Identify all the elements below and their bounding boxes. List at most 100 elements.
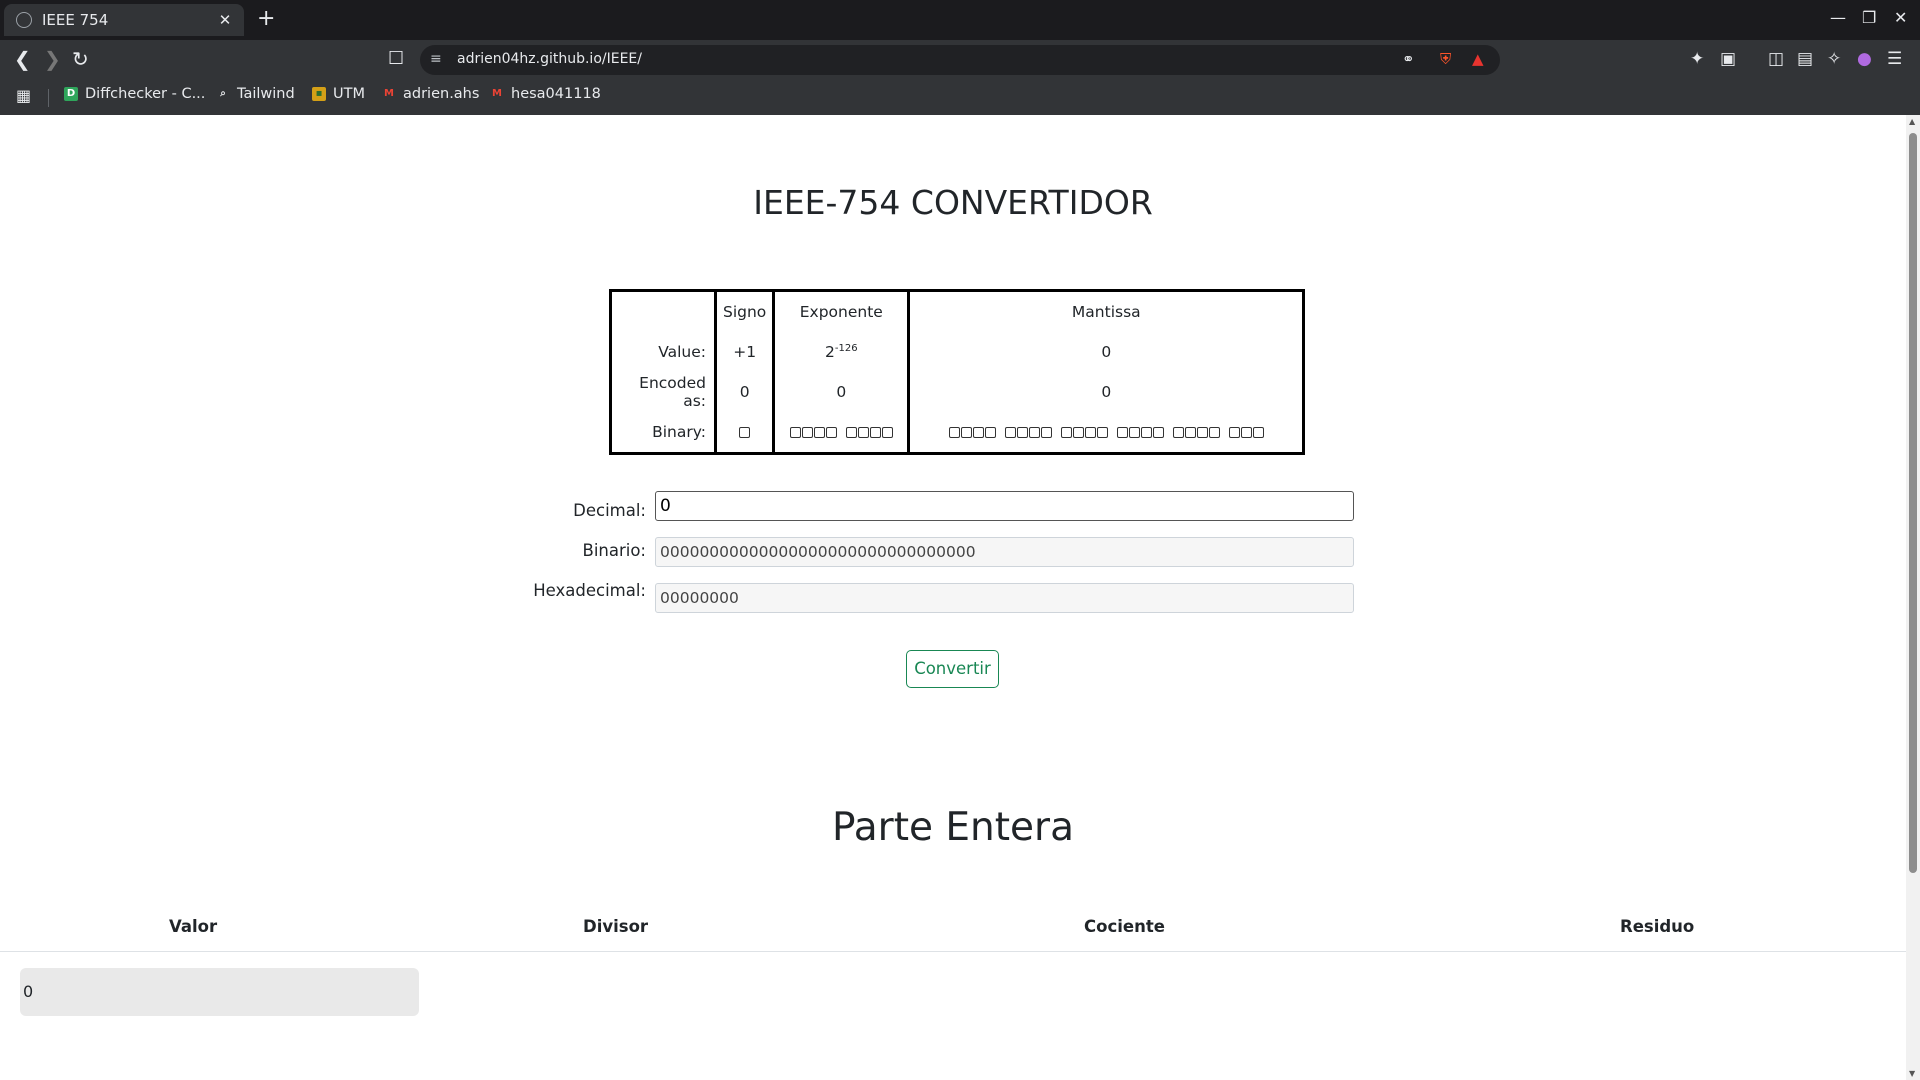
bookmark-gmail-adrien[interactable]: M adrien.ahs — [382, 86, 479, 102]
wallet-icon[interactable]: ▤ — [1797, 50, 1813, 68]
brave-shield-icon[interactable]: ⛨ — [1440, 50, 1451, 68]
bit-checkbox[interactable] — [1140, 427, 1152, 438]
bookmarks-bar: ▦ D Diffchecker - C... ⌕ Tailwind ▪ UTM … — [0, 80, 1920, 115]
extensions-icon[interactable]: ✦ — [1690, 50, 1704, 68]
scroll-down-icon[interactable]: ▼ — [1909, 1069, 1915, 1078]
bit-checkbox[interactable] — [813, 427, 825, 438]
site-info-icon[interactable]: ≡ — [430, 51, 442, 67]
bit-checkbox[interactable] — [857, 427, 869, 438]
menu-icon[interactable]: ☰ — [1887, 50, 1902, 68]
bit-checkbox[interactable] — [1184, 427, 1196, 438]
bit-checkbox[interactable] — [1028, 427, 1040, 438]
integer-part-title: Parte Entera — [832, 805, 1074, 850]
globe-icon — [16, 12, 32, 28]
profile-icon[interactable]: ● — [1857, 50, 1872, 68]
scrollbar-thumb[interactable] — [1909, 133, 1917, 873]
bit-checkbox[interactable] — [1128, 427, 1140, 438]
sign-header: Signo — [713, 290, 774, 332]
page-title: IEEE-754 CONVERTIDOR — [753, 183, 1153, 222]
value-cell: 0 — [20, 968, 419, 1016]
bit-checkbox[interactable] — [1016, 427, 1028, 438]
bit-checkbox[interactable] — [1116, 427, 1128, 438]
exponent-value: 2-126 — [772, 332, 909, 372]
share-icon[interactable]: ⚭ — [1402, 50, 1415, 68]
bit-checkbox[interactable] — [948, 427, 960, 438]
sign-encoded: 0 — [713, 372, 774, 412]
sign-bits — [713, 412, 774, 454]
decimal-input[interactable] — [655, 491, 1354, 521]
mantissa-bit-group — [1116, 423, 1164, 441]
screenshot-icon[interactable]: ▣ — [1720, 50, 1736, 68]
bookmark-diffchecker[interactable]: D Diffchecker - C... — [64, 86, 205, 102]
new-tab-button[interactable]: + — [257, 8, 275, 30]
bit-checkbox[interactable] — [789, 427, 801, 438]
leo-ai-icon[interactable]: ✧ — [1827, 50, 1841, 68]
bit-checkbox[interactable] — [984, 427, 996, 438]
browser-chrome: IEEE 754 ✕ + — ❐ ✕ ❮ ❯ ↻ ☐ ≡ adrien04hz.… — [0, 0, 1920, 115]
bit-checkbox[interactable] — [1252, 427, 1264, 438]
sidebar-icon[interactable]: ◫ — [1768, 50, 1784, 68]
bit-checkbox[interactable] — [972, 427, 984, 438]
window-close-icon[interactable]: ✕ — [1894, 8, 1907, 27]
bit-checkbox[interactable] — [1152, 427, 1164, 438]
column-valor: Valor — [169, 917, 218, 936]
bit-checkbox[interactable] — [845, 427, 857, 438]
tab-ieee754[interactable]: IEEE 754 ✕ — [4, 4, 244, 36]
bookmark-label: hesa041118 — [511, 86, 601, 102]
bit-checkbox[interactable] — [960, 427, 972, 438]
binary-row: Binary: — [611, 412, 1304, 454]
bookmark-label: Diffchecker - C... — [85, 86, 206, 102]
bit-checkbox[interactable] — [1228, 427, 1240, 438]
mantissa-bit-group — [948, 423, 996, 441]
tab-title: IEEE 754 — [42, 11, 109, 29]
bit-checkbox[interactable] — [1208, 427, 1220, 438]
tab-bar: IEEE 754 ✕ + — ❐ ✕ — [0, 0, 1920, 40]
diffchecker-icon: D — [64, 87, 78, 101]
bit-checkbox[interactable] — [1040, 427, 1052, 438]
mantissa-bit-group — [1228, 423, 1264, 441]
bit-checkbox[interactable] — [869, 427, 881, 438]
exponent-bit-group — [789, 423, 837, 441]
bookmark-utm[interactable]: ▪ UTM — [312, 86, 365, 102]
sign-value: +1 — [713, 332, 774, 372]
column-cociente: Cociente — [1084, 917, 1165, 936]
bit-checkbox[interactable] — [1072, 427, 1084, 438]
gmail-icon: M — [384, 88, 394, 99]
bookmark-label: UTM — [333, 86, 365, 102]
encoded-label: Encoded as: — [639, 374, 706, 410]
page-scrollbar[interactable]: ▲ ▼ — [1906, 115, 1920, 1080]
mantissa-header: Mantissa — [907, 290, 1304, 332]
apps-grid-icon[interactable]: ▦ — [16, 86, 31, 105]
hex-label: Hexadecimal: — [533, 581, 646, 600]
address-bar[interactable]: ≡ adrien04hz.github.io/IEEE/ ⚭ ⛨ ▲ — [420, 45, 1500, 75]
mantissa-value: 0 — [907, 332, 1304, 372]
convert-button[interactable]: Convertir — [906, 650, 999, 688]
bookmark-icon[interactable]: ☐ — [388, 49, 404, 69]
bit-checkbox[interactable] — [881, 427, 893, 438]
hex-output[interactable] — [655, 583, 1354, 613]
bit-checkbox[interactable] — [1240, 427, 1252, 438]
scroll-up-icon[interactable]: ▲ — [1909, 117, 1915, 126]
bit-checkbox[interactable] — [801, 427, 813, 438]
bit-checkbox[interactable] — [1196, 427, 1208, 438]
bookmark-gmail-hesa[interactable]: M hesa041118 — [490, 86, 601, 102]
mantissa-bit-group — [1172, 423, 1220, 441]
bit-checkbox[interactable] — [1172, 427, 1184, 438]
minimize-icon[interactable]: — — [1830, 8, 1846, 27]
back-icon[interactable]: ❮ — [14, 49, 31, 69]
bit-checkbox[interactable] — [1004, 427, 1016, 438]
bit-checkbox[interactable] — [1060, 427, 1072, 438]
binary-output[interactable] — [655, 537, 1354, 567]
bit-checkbox[interactable] — [1084, 427, 1096, 438]
bit-checkbox[interactable] — [825, 427, 837, 438]
tab-close-icon[interactable]: ✕ — [216, 11, 234, 29]
restore-icon[interactable]: ❐ — [1862, 8, 1876, 27]
bookmark-tailwind[interactable]: ⌕ Tailwind — [216, 86, 295, 102]
brave-rewards-icon[interactable]: ▲ — [1472, 50, 1484, 68]
bit-checkbox[interactable] — [739, 427, 751, 438]
reload-icon[interactable]: ↻ — [72, 49, 89, 69]
exponent-encoded: 0 — [772, 372, 909, 412]
bit-checkbox[interactable] — [1096, 427, 1108, 438]
forward-icon[interactable]: ❯ — [44, 49, 61, 69]
url-text[interactable]: adrien04hz.github.io/IEEE/ — [457, 51, 642, 67]
